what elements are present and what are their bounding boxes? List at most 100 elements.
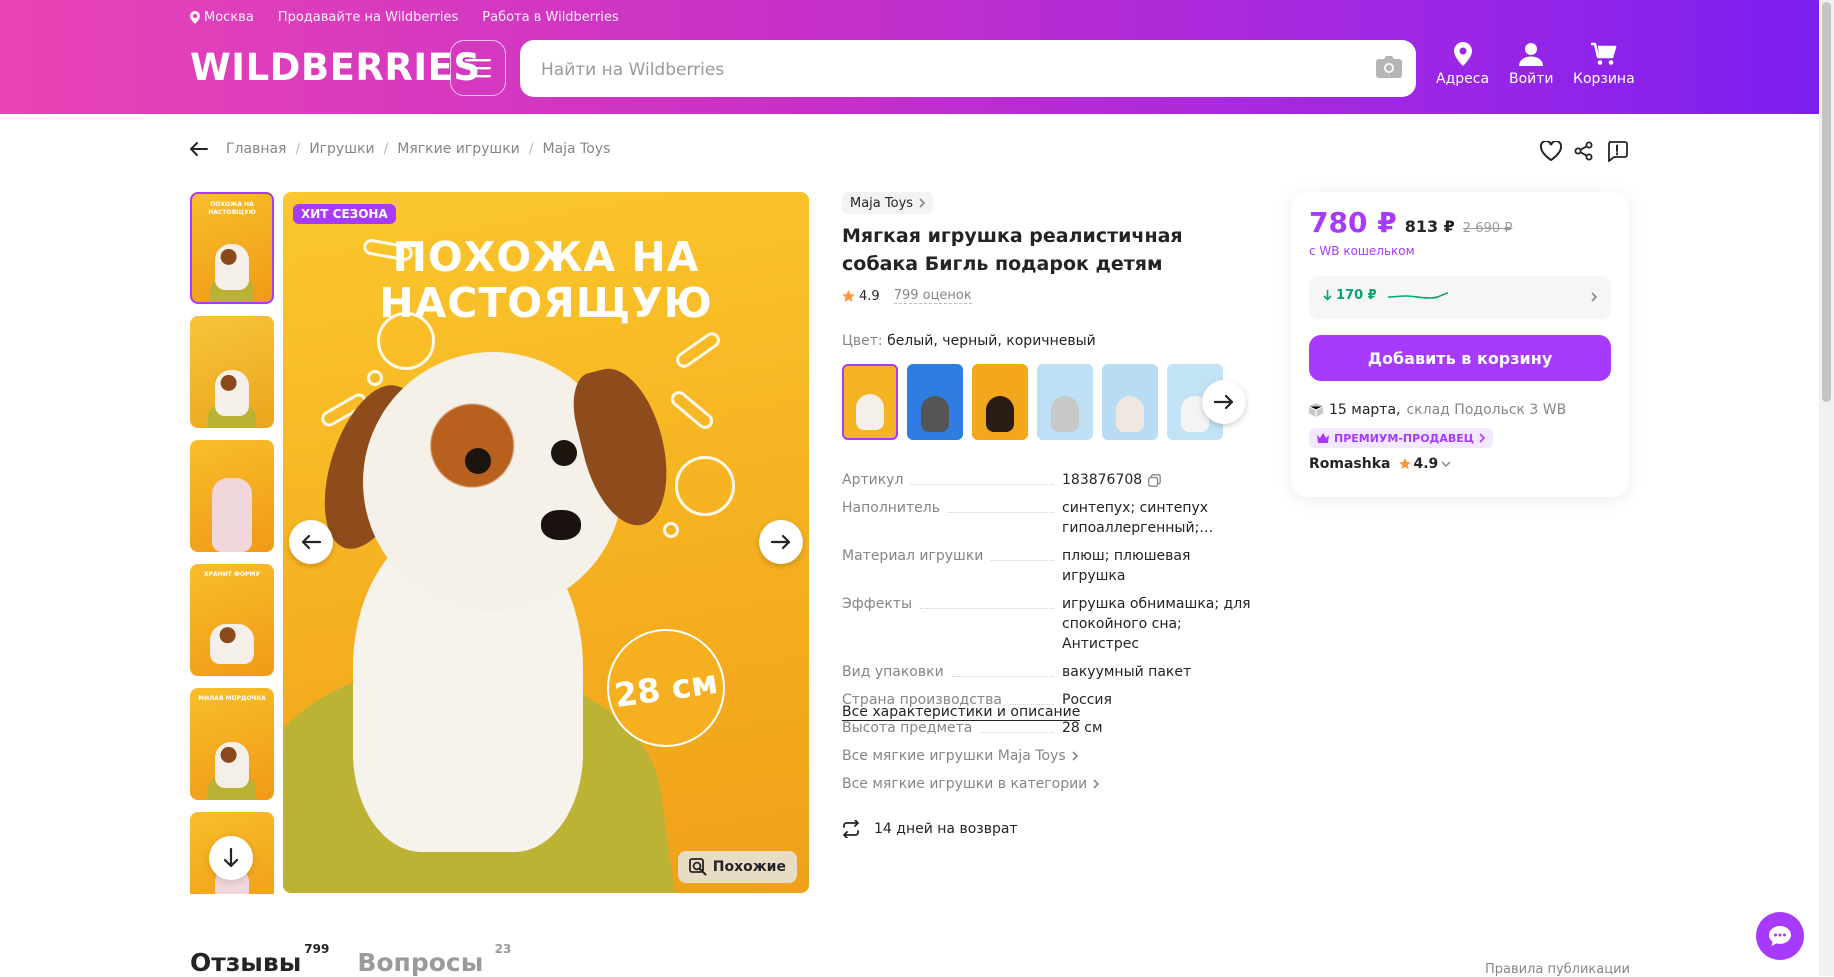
cart-icon <box>1590 42 1617 65</box>
heart-icon <box>1540 141 1562 161</box>
color-variant[interactable] <box>907 364 963 440</box>
star-icon <box>842 289 855 302</box>
share-button[interactable] <box>1574 140 1594 162</box>
login-nav[interactable]: Войти <box>1509 42 1554 87</box>
addresses-nav[interactable]: Адреса <box>1436 42 1489 87</box>
thumbnail[interactable]: МИЛАЯ МОРДОЧКА <box>190 688 274 800</box>
variant-dog <box>856 394 884 430</box>
tab-questions[interactable]: Вопросы 23 <box>357 942 511 977</box>
variant-dog <box>986 396 1014 432</box>
color-variants <box>842 364 1228 440</box>
arrow-left-icon <box>190 142 208 156</box>
location-link[interactable]: Москва <box>190 10 254 25</box>
menu-icon <box>465 59 491 78</box>
spec-key: Наполнитель <box>842 498 1062 538</box>
dog-eye <box>465 448 491 474</box>
thumbnail[interactable] <box>190 316 274 428</box>
menu-button[interactable] <box>450 40 506 96</box>
chat-button[interactable] <box>1756 912 1804 960</box>
thumbnail[interactable]: ПОХОЖА НА НАСТОЯЩУЮ <box>190 192 274 304</box>
thumbnail-strip: ПОХОЖА НА НАСТОЯЩУЮ ХРАНИТ ФОРМУ МИЛАЯ М… <box>190 192 274 894</box>
color-variant[interactable] <box>1102 364 1158 440</box>
prev-image-button[interactable] <box>289 520 333 564</box>
wallet-price: 780 ₽ <box>1309 206 1397 239</box>
product-rating: 4.9 799 оценок <box>842 288 972 304</box>
report-button[interactable] <box>1606 140 1628 162</box>
price-history-button[interactable]: 170 ₽ <box>1309 276 1611 319</box>
wallet-note[interactable]: с WB кошельком <box>1309 244 1415 258</box>
all-specs-link[interactable]: Все характеристики и описание <box>842 704 1081 721</box>
spec-value: синтепух; синтепух гипоаллергенный; мягк… <box>1062 500 1209 536</box>
favorite-button[interactable] <box>1540 140 1562 162</box>
scrollbar-thumb[interactable] <box>1822 2 1831 402</box>
back-button[interactable] <box>190 142 208 156</box>
spec-row: Вид упаковки вакуумный пакет <box>842 662 1252 682</box>
thumbnail[interactable] <box>190 440 274 552</box>
delivery-date: 15 марта, <box>1329 402 1401 418</box>
breadcrumb-item[interactable]: Мягкие игрушки <box>397 141 519 157</box>
copy-article-button[interactable] <box>1148 473 1162 487</box>
variants-next-button[interactable] <box>1202 380 1246 424</box>
thumbnails-scroll-down-button[interactable] <box>209 836 253 880</box>
next-image-button[interactable] <box>759 520 803 564</box>
spec-row: Артикул 183876708 <box>842 470 1252 490</box>
seller-info[interactable]: Romashka 4.9 <box>1309 456 1451 472</box>
seller-rating: 4.9 <box>1398 456 1452 472</box>
camera-search-button[interactable] <box>1376 56 1402 82</box>
add-to-cart-button[interactable]: Добавить в корзину <box>1309 335 1611 381</box>
returns-text: 14 дней на возврат <box>874 821 1018 837</box>
cart-nav[interactable]: Корзина <box>1573 42 1635 87</box>
spec-value: игрушка обнимашка; для спокойного сна; А… <box>1062 596 1251 652</box>
spec-key-text: Вид упаковки <box>842 664 944 680</box>
tab-reviews-label: Отзывы <box>190 948 302 977</box>
breadcrumb: Главная / Игрушки / Мягкие игрушки / Maja T… <box>190 141 610 157</box>
logo[interactable]: WILDBERRIES <box>190 46 481 89</box>
spec-row: Наполнитель синтепух; синтепух гипоаллер… <box>842 498 1252 538</box>
category-toys-link[interactable]: Все мягкие игрушки в категории <box>842 776 1100 792</box>
chevron-down-icon <box>1441 461 1451 467</box>
crown-icon <box>1317 433 1329 443</box>
chevron-right-icon <box>919 198 926 208</box>
ball-decoration <box>675 456 735 516</box>
box-icon <box>1309 403 1323 417</box>
similar-button[interactable]: Похожие <box>677 851 797 883</box>
page-scrollbar[interactable] <box>1819 0 1834 976</box>
spec-key: Эффекты <box>842 594 1062 654</box>
spec-row: Высота предмета 28 см <box>842 718 1252 738</box>
location-pin-icon <box>1453 42 1472 66</box>
dog-nose <box>541 510 581 540</box>
jobs-link[interactable]: Работа в Wildberries <box>482 10 618 25</box>
color-variant[interactable] <box>842 364 898 440</box>
search-input[interactable] <box>539 40 1343 99</box>
color-variant[interactable] <box>972 364 1028 440</box>
premium-label: ПРЕМИУМ-ПРОДАВЕЦ <box>1334 431 1474 445</box>
search-bar <box>520 40 1416 99</box>
brand-link[interactable]: Maja Toys <box>842 192 934 214</box>
main-product-image[interactable]: ХИТ СЕЗОНА ПОХОЖА НА НАСТОЯЩУЮ 28 см Пох… <box>283 192 809 893</box>
sell-link[interactable]: Продавайте на Wildberries <box>278 10 458 25</box>
breadcrumb-item[interactable]: Игрушки <box>309 141 374 157</box>
seller-rating-value: 4.9 <box>1413 456 1439 472</box>
delivery-warehouse: склад Подольск 3 WB <box>1406 402 1567 418</box>
variant-dog <box>921 396 949 432</box>
reviews-count-link[interactable]: 799 оценок <box>893 288 972 304</box>
price-row: 780 ₽ 813 ₽ 2 690 ₽ <box>1309 206 1512 239</box>
tab-reviews[interactable]: Отзывы 799 <box>190 942 329 977</box>
arrow-right-icon <box>1214 394 1234 410</box>
image-headline: ПОХОЖА НА НАСТОЯЩУЮ <box>283 234 809 326</box>
breadcrumb-item[interactable]: Главная <box>226 141 286 157</box>
spec-value: вакуумный пакет <box>1062 664 1192 680</box>
variant-dog <box>1051 396 1079 432</box>
arrow-left-icon <box>301 534 321 550</box>
premium-seller-badge[interactable]: ПРЕМИУМ-ПРОДАВЕЦ <box>1309 428 1493 448</box>
breadcrumb-item[interactable]: Maja Toys <box>542 141 610 157</box>
brand-toys-link[interactable]: Все мягкие игрушки Maja Toys <box>842 748 1078 764</box>
chevron-right-icon <box>1479 433 1485 443</box>
color-variant[interactable] <box>1037 364 1093 440</box>
spec-key-text: Наполнитель <box>842 500 940 516</box>
hit-season-badge: ХИТ СЕЗОНА <box>293 204 396 224</box>
publication-rules-link[interactable]: Правила публикации <box>1485 962 1630 977</box>
thumbnail[interactable]: ХРАНИТ ФОРМУ <box>190 564 274 676</box>
thumbnail-dog <box>215 370 249 416</box>
price-trend-sparkline <box>1387 292 1449 299</box>
